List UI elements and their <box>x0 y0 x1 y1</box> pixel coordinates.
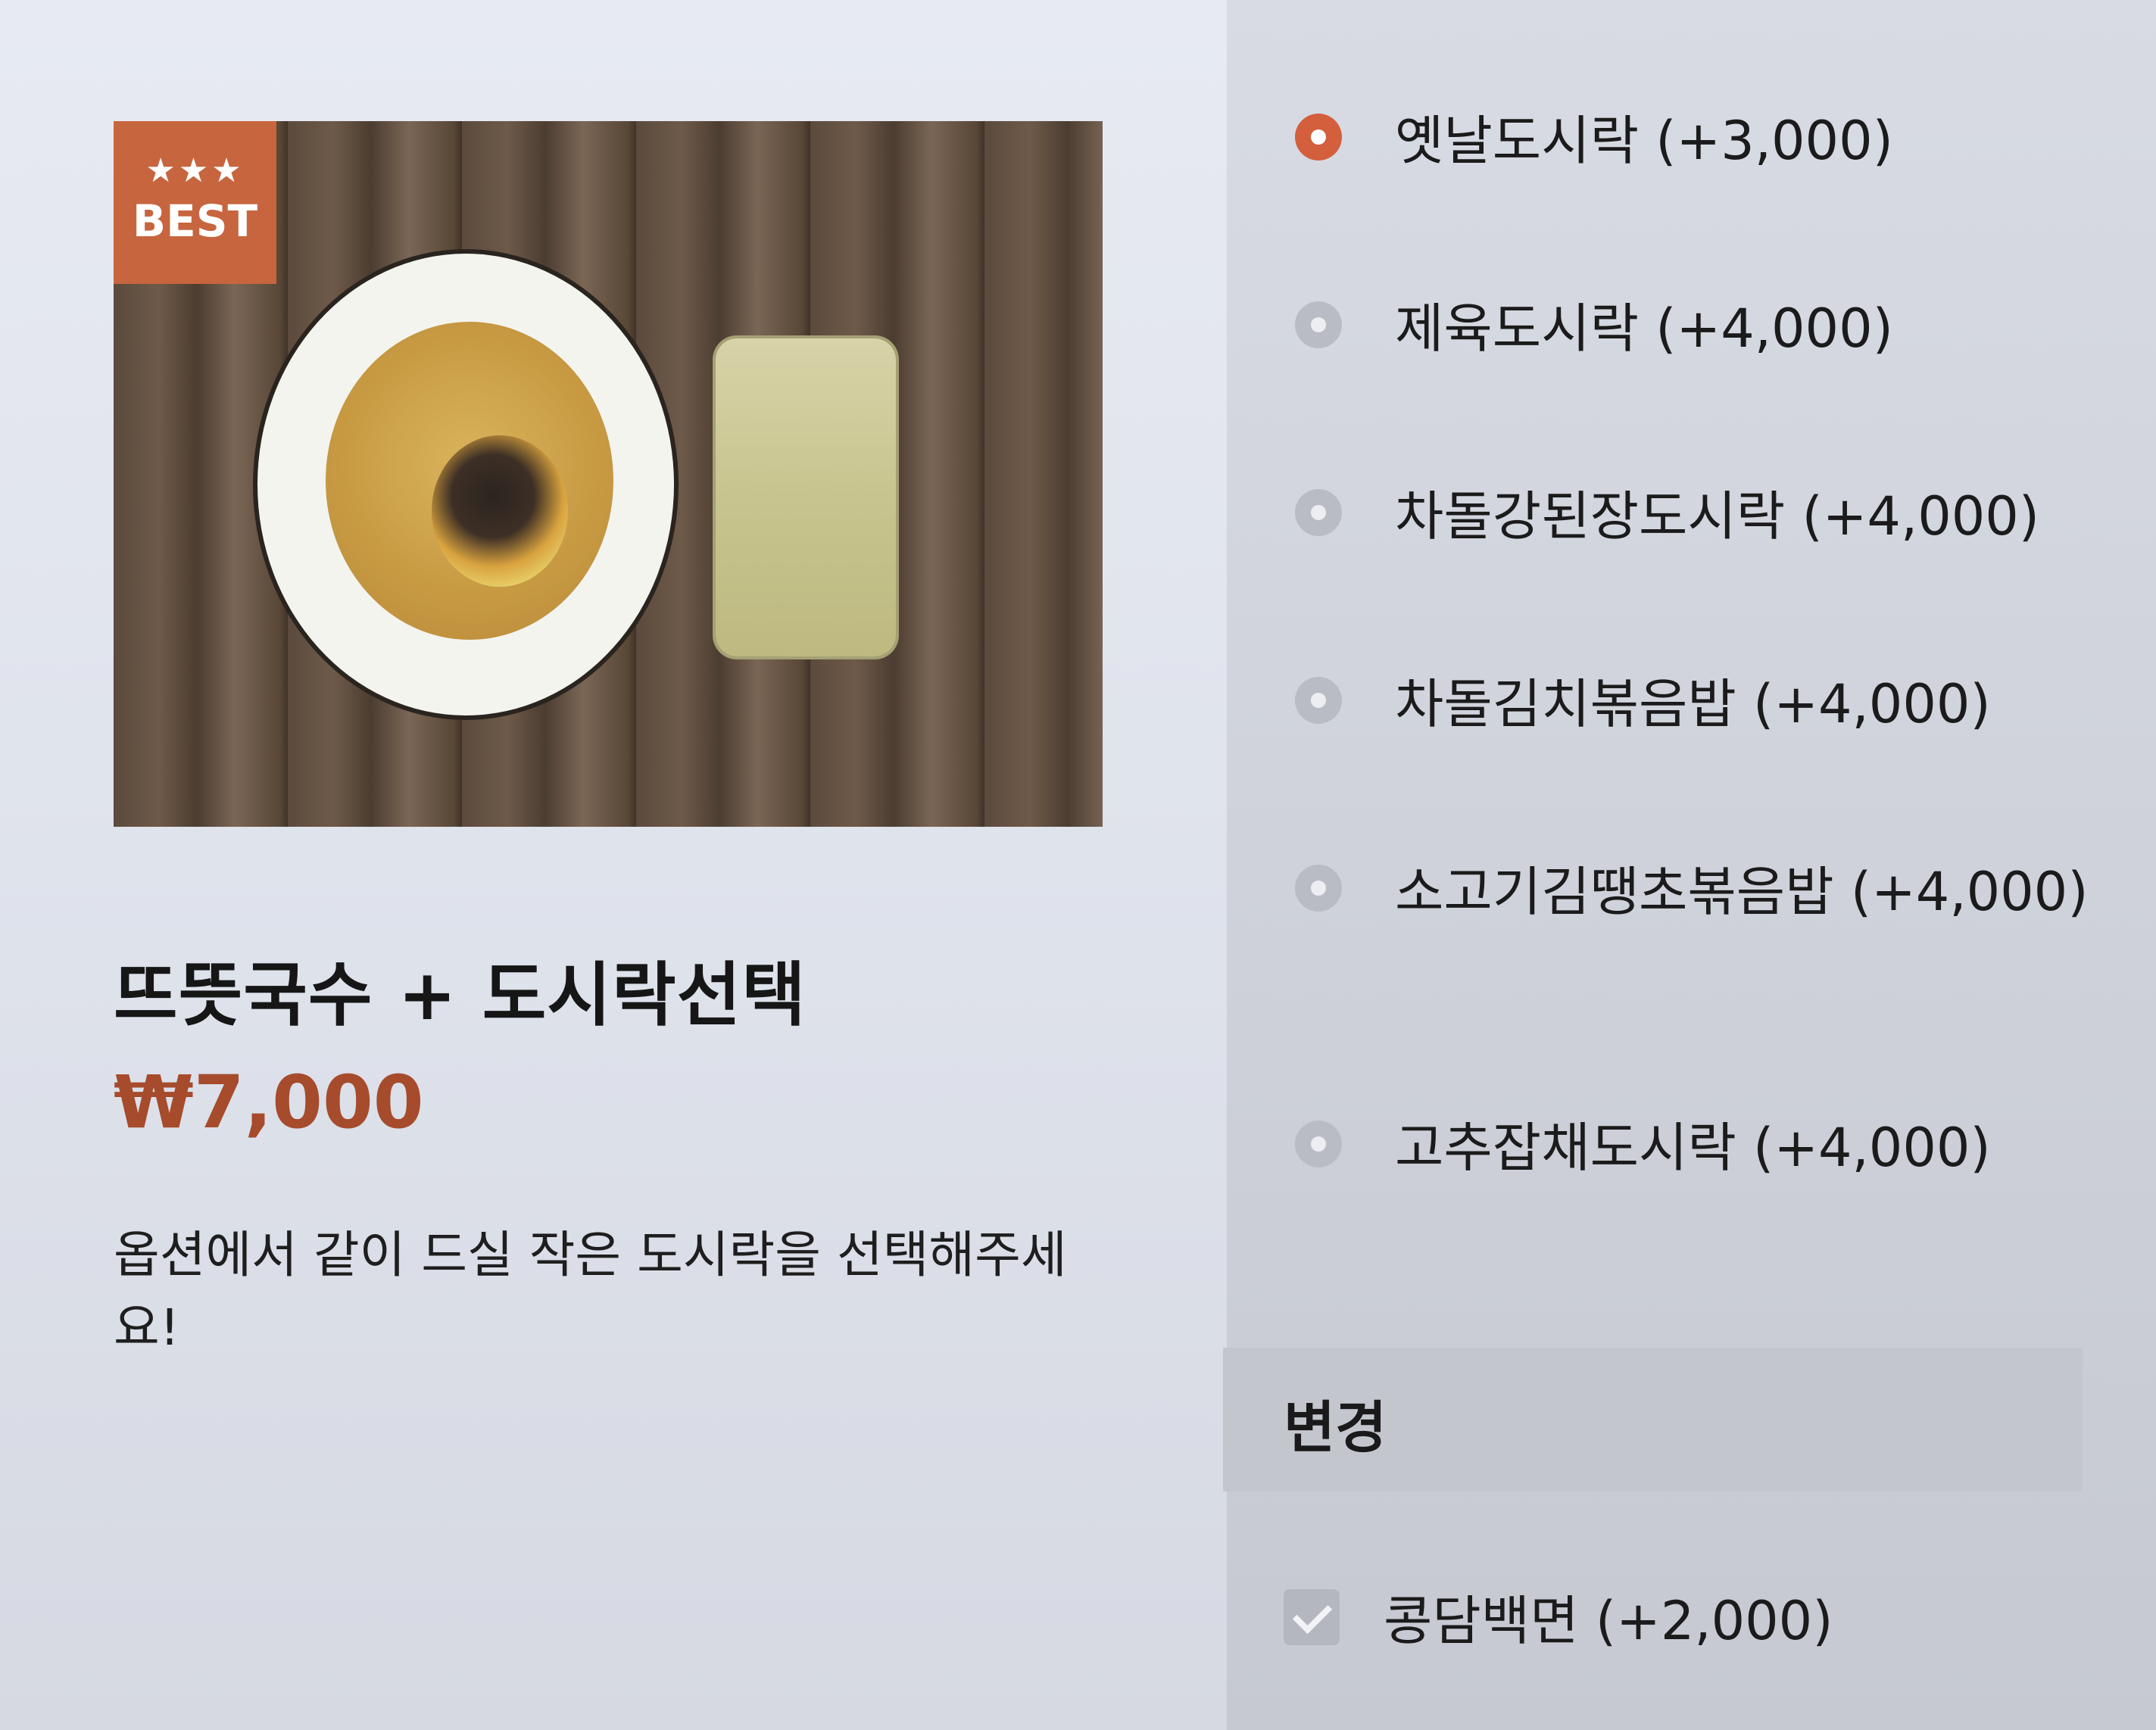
option-item-0[interactable]: 옛날도시락 (+3,000) <box>1295 106 2128 176</box>
product-panel: ★★★ BEST 뜨뜻국수 + 도시락선택 ₩7,000 옵션에서 같이 드실 … <box>0 0 1227 1730</box>
radio-icon[interactable] <box>1295 865 1342 912</box>
change-section-header: 변경 <box>1223 1348 2083 1492</box>
radio-icon[interactable] <box>1295 1121 1342 1167</box>
badge-text: BEST <box>132 195 258 247</box>
badge-stars: ★★★ <box>145 151 245 190</box>
option-item-3[interactable]: 차돌김치볶음밥 (+4,000) <box>1295 669 2128 739</box>
option-label: 제육도시락 (+4,000) <box>1395 298 1893 360</box>
option-label: 고추잡채도시락 (+4,000) <box>1395 1117 1991 1179</box>
option-label: 차돌김치볶음밥 (+4,000) <box>1395 673 1991 735</box>
option-item-1[interactable]: 제육도시락 (+4,000) <box>1295 294 2128 363</box>
radio-icon[interactable] <box>1295 677 1342 724</box>
option-item-4[interactable]: 소고기김땡초볶음밥 (+4,000) <box>1295 857 2128 927</box>
change-item-0[interactable]: 콩담백면 (+2,000) <box>1284 1579 1833 1655</box>
option-label: 소고기김땡초볶음밥 (+4,000) <box>1395 861 2089 923</box>
option-item-2[interactable]: 차돌강된장도시락 (+4,000) <box>1295 482 2128 551</box>
product-price: ₩7,000 <box>114 1060 424 1145</box>
product-image[interactable]: ★★★ BEST <box>114 121 1103 827</box>
change-section-title: 변경 <box>1284 1395 1387 1460</box>
broth-graphic <box>326 322 613 640</box>
noodle-plate-graphic <box>257 254 674 715</box>
radio-icon[interactable] <box>1295 301 1342 348</box>
checkbox-checked-icon[interactable] <box>1284 1588 1340 1645</box>
best-badge: ★★★ BEST <box>114 121 276 284</box>
radio-selected-icon[interactable] <box>1295 114 1342 161</box>
checkbox-label: 콩담백면 (+2,000) <box>1384 1590 1833 1652</box>
option-label: 옛날도시락 (+3,000) <box>1395 110 1893 172</box>
product-title: 뜨뜻국수 + 도시락선택 <box>114 955 807 1036</box>
option-item-5[interactable]: 고추잡채도시락 (+4,000) <box>1295 1113 2128 1183</box>
product-description: 옵션에서 같이 드실 작은 도시락을 선택해주세요! <box>114 1226 1067 1357</box>
option-label: 차돌강된장도시락 (+4,000) <box>1395 485 2040 547</box>
radio-icon[interactable] <box>1295 489 1342 536</box>
lunchbox-graphic <box>716 338 896 656</box>
noodle-topping-graphic <box>432 435 568 587</box>
